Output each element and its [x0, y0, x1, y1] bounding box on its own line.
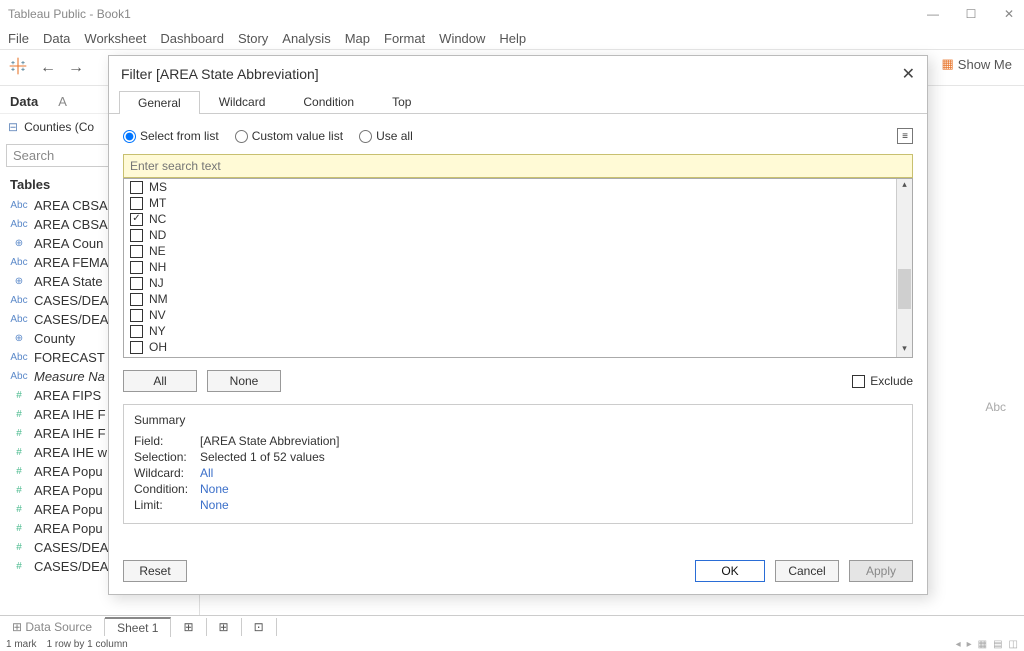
list-item-label: MT: [149, 196, 166, 210]
dialog-title: Filter [AREA State Abbreviation]: [121, 66, 319, 82]
tab-top[interactable]: Top: [373, 90, 430, 113]
dialog-backdrop: Filter [AREA State Abbreviation] ✕ Gener…: [0, 0, 1024, 651]
radio-custom-value-list[interactable]: Custom value list: [235, 129, 343, 143]
exclude-checkbox[interactable]: Exclude: [852, 374, 913, 388]
cancel-button[interactable]: Cancel: [775, 560, 839, 582]
summary-condition-value: None: [200, 481, 229, 497]
list-item-label: OH: [149, 340, 167, 354]
list-item-label: NM: [149, 292, 168, 306]
checkbox-icon: [852, 375, 865, 388]
checkbox-icon: [130, 261, 143, 274]
list-item[interactable]: NM: [124, 291, 896, 307]
summary-limit-label: Limit:: [134, 497, 194, 513]
reset-button[interactable]: Reset: [123, 560, 187, 582]
summary-limit-value: None: [200, 497, 229, 513]
checkbox-icon: [130, 197, 143, 210]
filter-dialog: Filter [AREA State Abbreviation] ✕ Gener…: [108, 55, 928, 595]
checkbox-icon: [130, 293, 143, 306]
list-options-icon[interactable]: ≡: [897, 128, 913, 144]
dialog-close-icon[interactable]: ✕: [902, 64, 915, 84]
list-item[interactable]: NJ: [124, 275, 896, 291]
summary-wildcard-value: All: [200, 465, 213, 481]
checkbox-icon: [130, 341, 143, 354]
list-item[interactable]: MS: [124, 179, 896, 195]
all-button[interactable]: All: [123, 370, 197, 392]
summary-box: Summary Field:[AREA State Abbreviation] …: [123, 404, 913, 524]
summary-wildcard-label: Wildcard:: [134, 465, 194, 481]
list-item-label: ND: [149, 228, 166, 242]
value-list: MS MT NC ND NE NH NJ NM NV NY OH ▴ ▾: [123, 178, 913, 358]
filter-search-input[interactable]: [123, 154, 913, 178]
list-item[interactable]: MT: [124, 195, 896, 211]
list-item-label: NC: [149, 212, 166, 226]
checkbox-icon: [130, 181, 143, 194]
list-item[interactable]: NH: [124, 259, 896, 275]
summary-selection-label: Selection:: [134, 449, 194, 465]
none-button[interactable]: None: [207, 370, 281, 392]
summary-field-label: Field:: [134, 433, 194, 449]
list-item-label: NE: [149, 244, 166, 258]
list-item-label: NH: [149, 260, 166, 274]
checkbox-icon: [130, 245, 143, 258]
tab-general[interactable]: General: [119, 91, 200, 114]
summary-field-value: [AREA State Abbreviation]: [200, 433, 339, 449]
scroll-down-icon[interactable]: ▾: [897, 343, 912, 357]
list-item[interactable]: ND: [124, 227, 896, 243]
checkbox-icon: [130, 213, 143, 226]
list-item-label: MS: [149, 180, 167, 194]
scrollbar[interactable]: ▴ ▾: [896, 179, 912, 357]
scroll-up-icon[interactable]: ▴: [897, 179, 912, 193]
list-item[interactable]: OH: [124, 339, 896, 355]
radio-use-all[interactable]: Use all: [359, 129, 413, 143]
summary-condition-label: Condition:: [134, 481, 194, 497]
ok-button[interactable]: OK: [695, 560, 765, 582]
list-item-label: NY: [149, 324, 166, 338]
tab-condition[interactable]: Condition: [284, 90, 373, 113]
checkbox-icon: [130, 309, 143, 322]
summary-title: Summary: [134, 413, 902, 427]
list-item-label: NV: [149, 308, 166, 322]
list-item-label: NJ: [149, 276, 164, 290]
tab-wildcard[interactable]: Wildcard: [200, 90, 285, 113]
list-item[interactable]: NY: [124, 323, 896, 339]
summary-selection-value: Selected 1 of 52 values: [200, 449, 325, 465]
list-item[interactable]: NE: [124, 243, 896, 259]
list-item[interactable]: NV: [124, 307, 896, 323]
checkbox-icon: [130, 325, 143, 338]
checkbox-icon: [130, 229, 143, 242]
list-item[interactable]: NC: [124, 211, 896, 227]
radio-select-from-list[interactable]: Select from list: [123, 129, 219, 143]
checkbox-icon: [130, 277, 143, 290]
scroll-thumb[interactable]: [898, 269, 911, 309]
apply-button[interactable]: Apply: [849, 560, 913, 582]
